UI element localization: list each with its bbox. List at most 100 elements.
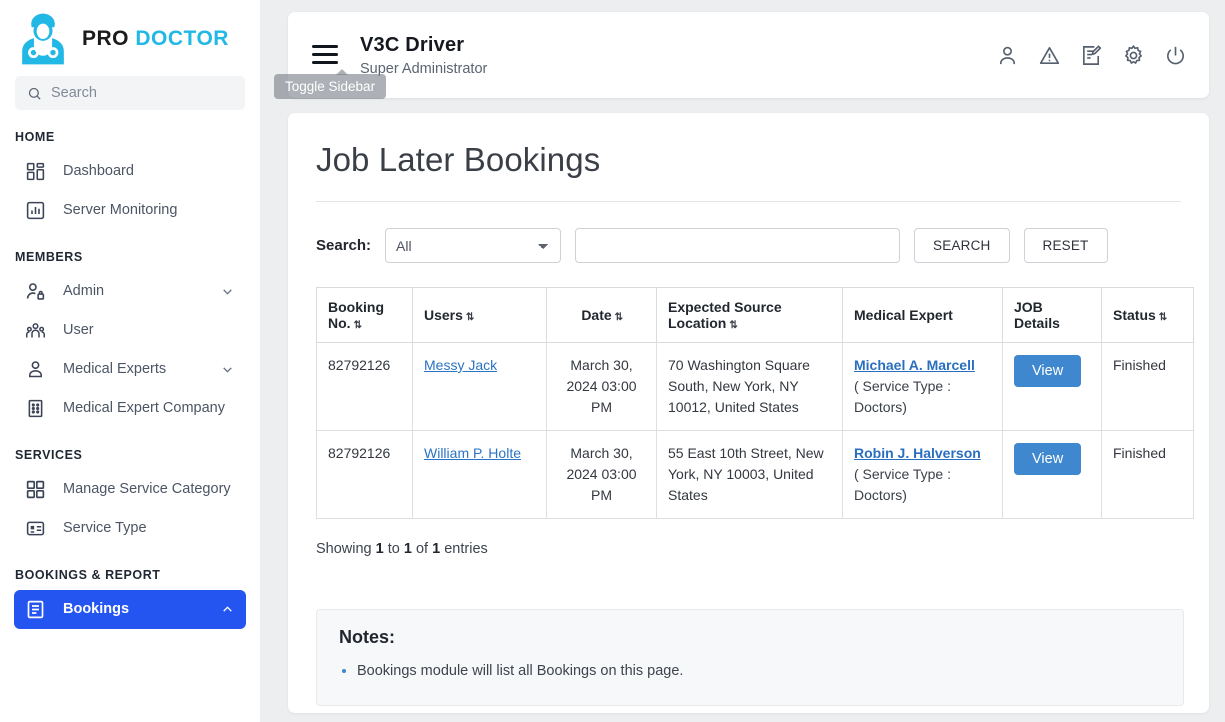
doctor-logo-icon (14, 10, 72, 68)
building-icon (25, 398, 46, 419)
sidebar-item-user[interactable]: User (14, 311, 246, 350)
sort-icon: ⇅ (615, 312, 623, 323)
user-link[interactable]: William P. Holte (424, 445, 521, 461)
col-label: Medical Expert (854, 307, 953, 323)
user-profile-icon[interactable] (996, 44, 1019, 67)
topbar-icon-group (996, 44, 1187, 67)
cell-date: March 30, 2024 03:00 PM (547, 343, 657, 431)
showing-mid2: of (412, 541, 432, 557)
sidebar-item-label: Medical Experts (63, 360, 204, 380)
table-body: 82792126 Messy Jack March 30, 2024 03:00… (317, 343, 1194, 519)
cell-job-details: View (1003, 343, 1102, 431)
col-label: Expected Source Location (668, 299, 782, 331)
people-group-icon (25, 320, 46, 341)
table-row: 82792126 William P. Holte March 30, 2024… (317, 431, 1194, 519)
page-card: Job Later Bookings Search: All SEARCH RE… (288, 113, 1209, 713)
cell-booking-no: 82792126 (317, 431, 413, 519)
warning-triangle-icon[interactable] (1038, 44, 1061, 67)
view-button[interactable]: View (1014, 443, 1081, 475)
cell-date: March 30, 2024 03:00 PM (547, 431, 657, 519)
notes-title: Notes: (339, 627, 1161, 648)
chevron-down-icon (221, 285, 234, 298)
main-content: V3C Driver Super Administrator (260, 0, 1225, 722)
col-date[interactable]: Date ⇅ (547, 288, 657, 343)
user-link[interactable]: Messy Jack (424, 357, 497, 373)
search-icon (27, 86, 42, 101)
brand-pro: PRO (82, 27, 129, 50)
table-head: Booking No.⇅ Users⇅ Date⇅ Expected Sourc… (317, 288, 1194, 343)
filter-bar: Search: All SEARCH RESET (316, 228, 1181, 263)
sidebar-item-bookings[interactable]: Bookings (14, 590, 246, 629)
cell-location: 70 Washington Square South, New York, NY… (657, 343, 843, 431)
brand[interactable]: PRO DOCTOR (0, 0, 260, 74)
col-booking-no[interactable]: Booking No.⇅ (317, 288, 413, 343)
col-medical-expert: Medical Expert (843, 288, 1003, 343)
col-expected-source-location[interactable]: Expected Source Location⇅ (657, 288, 843, 343)
sidebar-item-admin[interactable]: Admin (14, 272, 246, 311)
sort-icon: ⇅ (466, 312, 474, 323)
cell-booking-no: 82792126 (317, 343, 413, 431)
medical-expert-link[interactable]: Michael A. Marcell (854, 357, 975, 373)
sidebar-item-label: User (63, 321, 234, 341)
sidebar-item-label: Server Monitoring (63, 201, 234, 221)
sidebar-item-label: Medical Expert Company (63, 399, 234, 419)
chevron-up-icon (221, 603, 234, 616)
sidebar-item-manage-service-category[interactable]: Manage Service Category (14, 470, 246, 509)
cell-location: 55 East 10th Street, New York, NY 10003,… (657, 431, 843, 519)
app-root: PRO DOCTOR Search HOME Dashboard Server … (0, 0, 1225, 722)
settings-gear-icon[interactable] (1122, 44, 1145, 67)
page-title: Job Later Bookings (316, 141, 1181, 202)
sidebar-item-server-monitoring[interactable]: Server Monitoring (14, 191, 246, 230)
sidebar-item-label: Admin (63, 282, 204, 302)
showing-entries: Showing 1 to 1 of 1 entries (316, 541, 1181, 557)
col-users[interactable]: Users⇅ (413, 288, 547, 343)
person-icon (25, 359, 46, 380)
cell-medical-expert: Robin J. Halverson ( Service Type : Doct… (843, 431, 1003, 519)
showing-to: 1 (404, 541, 412, 557)
power-icon[interactable] (1164, 44, 1187, 67)
brand-doctor: DOCTOR (135, 27, 229, 50)
notes-list: Bookings module will list all Bookings o… (357, 661, 1161, 683)
search-placeholder: Search (51, 85, 97, 101)
toggle-sidebar-button[interactable] (312, 45, 338, 65)
showing-mid: to (384, 541, 404, 557)
id-card-icon (25, 518, 46, 539)
hamburger-bar (312, 45, 338, 48)
edit-document-icon[interactable] (1080, 44, 1103, 67)
col-status[interactable]: Status⇅ (1102, 288, 1194, 343)
col-label: JOB Details (1014, 299, 1060, 331)
toggle-sidebar-tooltip: Toggle Sidebar (274, 74, 386, 99)
sidebar-item-service-type[interactable]: Service Type (14, 509, 246, 548)
col-label: Users (424, 307, 463, 323)
sidebar-search[interactable]: Search (15, 76, 245, 110)
sidebar-item-medical-experts[interactable]: Medical Experts (14, 350, 246, 389)
search-label: Search: (316, 237, 371, 254)
view-button[interactable]: View (1014, 355, 1081, 387)
person-lock-icon (25, 281, 46, 302)
medical-expert-meta: ( Service Type : Doctors) (854, 378, 951, 415)
cell-job-details: View (1003, 431, 1102, 519)
showing-prefix: Showing (316, 541, 376, 557)
cell-status: Finished (1102, 343, 1194, 431)
col-label: Date (581, 307, 611, 323)
sidebar-item-label: Bookings (63, 600, 204, 620)
chevron-down-icon (221, 363, 234, 376)
topbar-titles: V3C Driver Super Administrator (360, 34, 487, 77)
cell-user: Messy Jack (413, 343, 547, 431)
sort-icon: ⇅ (354, 320, 362, 331)
search-scope-select[interactable]: All (385, 228, 561, 263)
search-button[interactable]: SEARCH (914, 228, 1009, 263)
topbar: V3C Driver Super Administrator (288, 12, 1209, 98)
col-job-details: JOB Details (1003, 288, 1102, 343)
medical-expert-link[interactable]: Robin J. Halverson (854, 445, 981, 461)
sidebar-item-dashboard[interactable]: Dashboard (14, 152, 246, 191)
list-document-icon (25, 599, 46, 620)
showing-from: 1 (376, 541, 384, 557)
sidebar-item-medical-expert-company[interactable]: Medical Expert Company (14, 389, 246, 428)
search-input[interactable] (575, 228, 900, 263)
showing-total: 1 (432, 541, 440, 557)
sidebar-section-members: MEMBERS (0, 230, 260, 272)
reset-button[interactable]: RESET (1024, 228, 1108, 263)
sidebar-item-label: Manage Service Category (63, 480, 234, 500)
notes-item: Bookings module will list all Bookings o… (357, 661, 1161, 683)
